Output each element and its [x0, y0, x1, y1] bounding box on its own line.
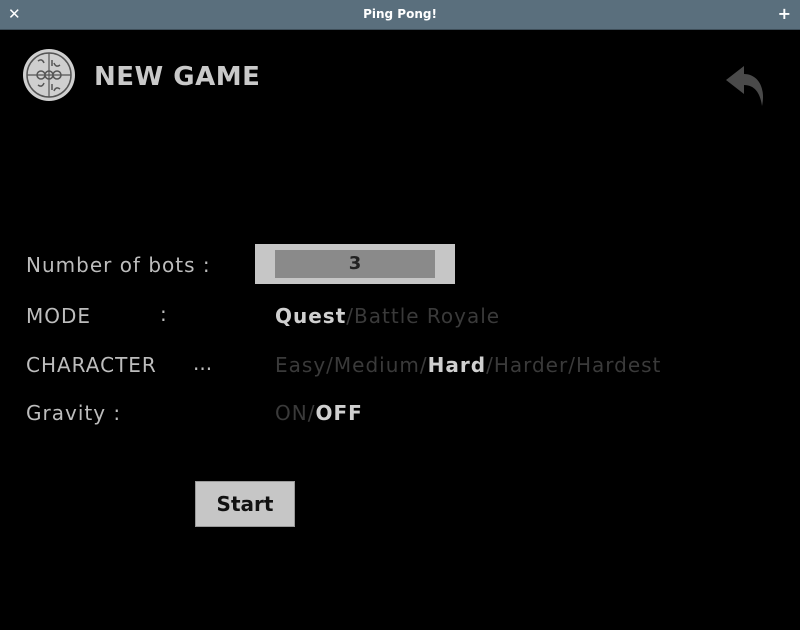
option-separator: /: [419, 353, 428, 377]
mode-options: Quest/Battle Royale: [275, 304, 500, 328]
character-option-easy[interactable]: Easy: [275, 353, 326, 377]
mode-option-battle-royale[interactable]: Battle Royale: [354, 304, 500, 328]
character-option-hardest[interactable]: Hardest: [576, 353, 661, 377]
character-options: Easy/Medium/Hard/Harder/Hardest: [275, 353, 661, 377]
option-separator: /: [568, 353, 576, 377]
bots-spinbox[interactable]: 3: [255, 244, 455, 284]
window-title: Ping Pong!: [363, 7, 437, 21]
option-separator: /: [486, 353, 494, 377]
start-button[interactable]: Start: [195, 481, 295, 527]
mode-option-quest[interactable]: Quest: [275, 304, 346, 328]
bots-label: Number of bots :: [26, 253, 211, 277]
mode-label: MODE: [26, 304, 92, 328]
gravity-option-off[interactable]: OFF: [315, 401, 362, 425]
bots-input[interactable]: 3: [275, 250, 435, 278]
maximize-icon[interactable]: +: [778, 4, 791, 23]
gravity-options: ON/OFF: [275, 401, 363, 425]
back-arrow-icon[interactable]: [718, 60, 770, 110]
character-option-hard[interactable]: Hard: [428, 353, 486, 377]
character-option-medium[interactable]: Medium: [334, 353, 420, 377]
option-separator: /: [326, 353, 334, 377]
gravity-option-on[interactable]: ON: [275, 401, 308, 425]
character-option-harder[interactable]: Harder: [494, 353, 568, 377]
window-titlebar: ✕ Ping Pong! +: [0, 0, 800, 30]
option-separator: /: [346, 304, 355, 328]
character-label: CHARACTER: [26, 353, 157, 377]
game-setup-screen: NEW GAME Number of bots : 3 MODE : Quest…: [0, 30, 800, 630]
character-separator: ...: [193, 351, 213, 375]
page-title: NEW GAME: [94, 62, 261, 92]
mode-separator: :: [160, 302, 167, 326]
gravity-label: Gravity :: [26, 401, 122, 425]
logo-icon: [23, 49, 75, 101]
